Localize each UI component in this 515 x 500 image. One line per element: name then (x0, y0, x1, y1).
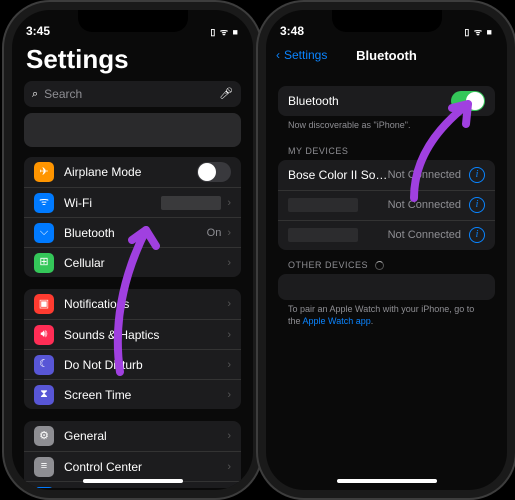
notch (78, 10, 188, 32)
row-label: Notifications (64, 297, 221, 311)
status-icons: ▯ ᯤ ■ (464, 25, 493, 38)
group-network: ✈ Airplane Mode ᯤ Wi-Fi › ⌵ Bluetooth On… (24, 157, 241, 277)
bluetooth-toggle[interactable] (451, 91, 485, 111)
back-label: Settings (284, 48, 327, 62)
cellular-icon: ⊞ (34, 253, 54, 273)
row-bluetooth[interactable]: ⌵ Bluetooth On › (24, 217, 241, 247)
back-button[interactable]: ‹ Settings (276, 48, 327, 62)
device-name-redacted (288, 228, 358, 242)
pair-hint: To pair an Apple Watch with your iPhone,… (266, 300, 507, 331)
device-row[interactable]: Not Connected i (278, 190, 495, 220)
chevron-right-icon: › (227, 298, 231, 310)
apple-id-row[interactable] (24, 113, 241, 147)
chevron-right-icon: › (227, 197, 231, 209)
row-label: Sounds & Haptics (64, 328, 221, 342)
row-label: General (64, 429, 221, 443)
notch (332, 10, 442, 32)
display-icon: Aᴀ (34, 487, 54, 489)
home-indicator[interactable] (337, 479, 437, 483)
row-notifications[interactable]: ▣ Notifications › (24, 289, 241, 319)
section-label: OTHER DEVICES (288, 260, 368, 270)
row-label: Wi-Fi (64, 196, 161, 210)
wifi-value-redacted (161, 196, 221, 210)
bluetooth-screen: ‹ Settings Bluetooth Bluetooth Now disco… (266, 40, 507, 488)
row-value: On (207, 227, 222, 239)
row-wifi[interactable]: ᯤ Wi-Fi › (24, 187, 241, 217)
chevron-right-icon: › (227, 389, 231, 401)
spinner-icon (375, 261, 384, 270)
row-screen-time[interactable]: ⧗ Screen Time › (24, 379, 241, 409)
phone-bluetooth-root: 3:48 ▯ ᯤ ■ ‹ Settings Bluetooth Bluetoot… (266, 10, 507, 490)
search-placeholder: Search (38, 87, 219, 101)
row-label: Bluetooth (288, 94, 451, 108)
section-my-devices: MY DEVICES (266, 136, 507, 160)
row-label: Screen Time (64, 388, 221, 402)
moon-icon: ☾ (34, 355, 54, 375)
chevron-right-icon: › (227, 461, 231, 473)
row-label: Cellular (64, 256, 221, 270)
row-general[interactable]: ⚙ General › (24, 421, 241, 451)
chevron-right-icon: › (227, 329, 231, 341)
row-airplane-mode[interactable]: ✈ Airplane Mode (24, 157, 241, 187)
hourglass-icon: ⧗ (34, 385, 54, 405)
airplane-icon: ✈ (34, 162, 54, 182)
row-label: Control Center (64, 460, 221, 474)
group-notify: ▣ Notifications › 🔊︎ Sounds & Haptics › … (24, 289, 241, 409)
row-bluetooth-toggle[interactable]: Bluetooth (278, 86, 495, 116)
bluetooth-icon: ⌵ (34, 223, 54, 243)
device-status: Not Connected (388, 169, 461, 181)
device-status: Not Connected (388, 199, 461, 211)
device-name-redacted (288, 198, 358, 212)
chevron-right-icon: › (227, 359, 231, 371)
device-name: Bose Color II SoundLink (288, 168, 388, 182)
section-other-devices: OTHER DEVICES (266, 250, 507, 274)
row-label: Do Not Disturb (64, 358, 221, 372)
row-cellular[interactable]: ⊞ Cellular › (24, 247, 241, 277)
chevron-right-icon: › (227, 430, 231, 442)
chevron-left-icon: ‹ (276, 48, 280, 62)
info-icon[interactable]: i (469, 197, 485, 213)
chevron-right-icon: › (227, 227, 231, 239)
device-row[interactable]: Not Connected i (278, 220, 495, 250)
clock: 3:45 (26, 24, 50, 38)
phone-settings-root: 3:45 ▯ ᯤ ■ Settings ⌕ Search 🎤︎ ✈ Airpla… (12, 10, 253, 490)
row-control-center[interactable]: ≡ Control Center › (24, 451, 241, 481)
row-label: Airplane Mode (64, 165, 197, 179)
other-device-row[interactable] (278, 274, 495, 300)
page-title: Settings (12, 40, 253, 81)
nav-bar: ‹ Settings Bluetooth (266, 40, 507, 70)
home-indicator[interactable] (83, 479, 183, 483)
device-row[interactable]: Bose Color II SoundLink Not Connected i (278, 160, 495, 190)
status-icons: ▯ ᯤ ■ (210, 25, 239, 38)
device-status: Not Connected (388, 229, 461, 241)
row-do-not-disturb[interactable]: ☾ Do Not Disturb › (24, 349, 241, 379)
gear-icon: ⚙ (34, 426, 54, 446)
airplane-toggle[interactable] (197, 162, 231, 182)
row-sounds[interactable]: 🔊︎ Sounds & Haptics › (24, 319, 241, 349)
sounds-icon: 🔊︎ (34, 325, 54, 345)
info-icon[interactable]: i (469, 227, 485, 243)
wifi-icon: ᯤ (34, 193, 54, 213)
apple-watch-app-link[interactable]: Apple Watch app (303, 316, 371, 326)
discoverable-caption: Now discoverable as "iPhone". (266, 116, 507, 136)
notifications-icon: ▣ (34, 294, 54, 314)
row-label: Bluetooth (64, 226, 207, 240)
settings-screen: Settings ⌕ Search 🎤︎ ✈ Airplane Mode ᯤ W… (12, 40, 253, 488)
clock: 3:48 (280, 24, 304, 38)
search-input[interactable]: ⌕ Search 🎤︎ (24, 81, 241, 107)
mic-icon[interactable]: 🎤︎ (219, 89, 233, 100)
group-general: ⚙ General › ≡ Control Center › Aᴀ Displa… (24, 421, 241, 488)
sliders-icon: ≡ (34, 457, 54, 477)
chevron-right-icon: › (227, 257, 231, 269)
info-icon[interactable]: i (469, 167, 485, 183)
